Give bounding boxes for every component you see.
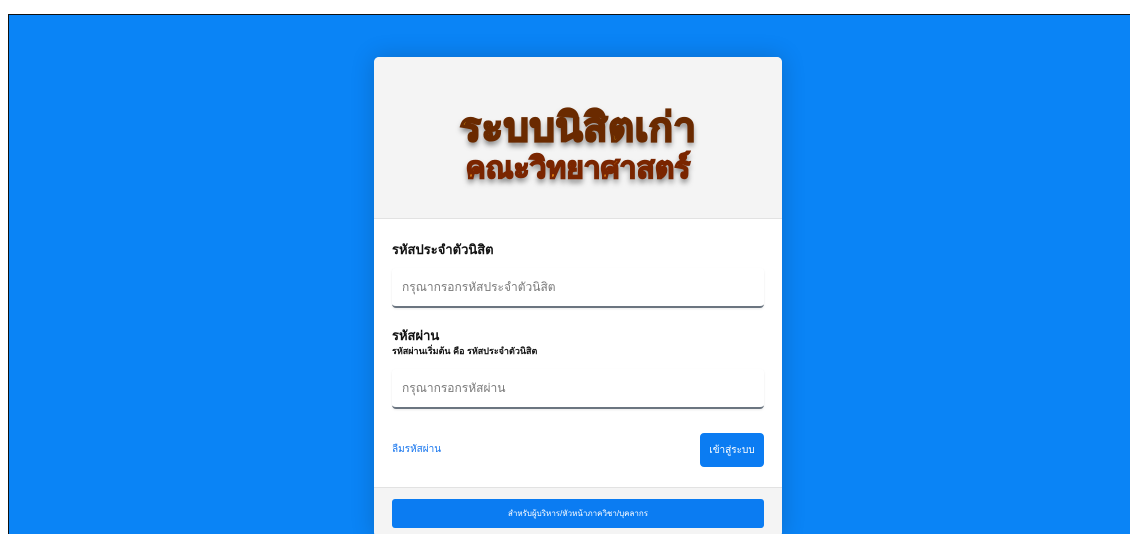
password-hint: รหัสผ่านเริ่มต้น คือ รหัสประจำตัวนิสิต [392, 346, 538, 356]
logo-subtitle: คณะวิทยาศาสตร์ [465, 150, 691, 187]
password-label: รหัสผ่าน [392, 328, 440, 343]
student-id-input[interactable] [392, 268, 764, 308]
card-footer: สำหรับผู้บริหาร/หัวหน้าภาควิชา/บุคลากร [374, 487, 782, 534]
page-background: ระบบนิสิตเก่า คณะวิทยาศาสตร์ รหัสประจำตั… [8, 14, 1130, 534]
student-id-label: รหัสประจำตัวนิสิต [392, 242, 494, 257]
login-button[interactable]: เข้าสู่ระบบ [700, 433, 764, 467]
login-form: รหัสประจำตัวนิสิต รหัสผ่าน รหัสผ่านเริ่ม… [374, 219, 782, 487]
forgot-password-link[interactable]: ลืมรหัสผ่าน [392, 442, 441, 457]
login-card: ระบบนิสิตเก่า คณะวิทยาศาสตร์ รหัสประจำตั… [374, 57, 782, 534]
card-header: ระบบนิสิตเก่า คณะวิทยาศาสตร์ [374, 57, 782, 219]
staff-login-button[interactable]: สำหรับผู้บริหาร/หัวหน้าภาควิชา/บุคลากร [392, 499, 764, 528]
password-input[interactable] [392, 369, 764, 409]
